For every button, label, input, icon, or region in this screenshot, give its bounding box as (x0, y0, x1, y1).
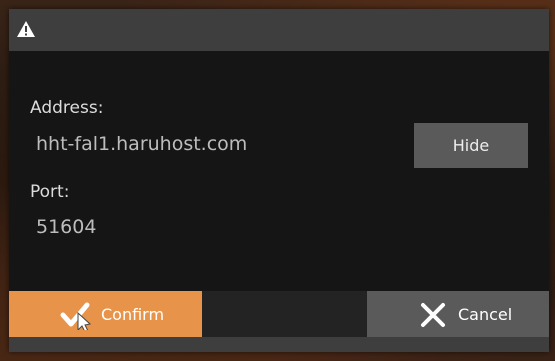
address-label: Address: (30, 98, 104, 118)
cancel-button[interactable]: Cancel (367, 291, 549, 337)
dialog-titlebar (9, 9, 549, 51)
port-label: Port: (30, 182, 70, 202)
close-icon (421, 303, 445, 327)
connection-dialog: Address: hht-fal1.haruhost.com Port: 516… (9, 9, 549, 352)
dialog-bottom-bar (9, 337, 549, 352)
confirm-button[interactable]: Confirm (9, 291, 202, 337)
confirm-label: Confirm (101, 305, 165, 324)
cancel-label: Cancel (458, 305, 513, 324)
port-value: 51604 (36, 216, 97, 238)
check-icon (60, 302, 92, 330)
dialog-body (9, 51, 549, 291)
address-value: hht-fal1.haruhost.com (36, 133, 248, 155)
warning-icon (17, 21, 35, 37)
hide-button[interactable]: Hide (414, 123, 528, 168)
